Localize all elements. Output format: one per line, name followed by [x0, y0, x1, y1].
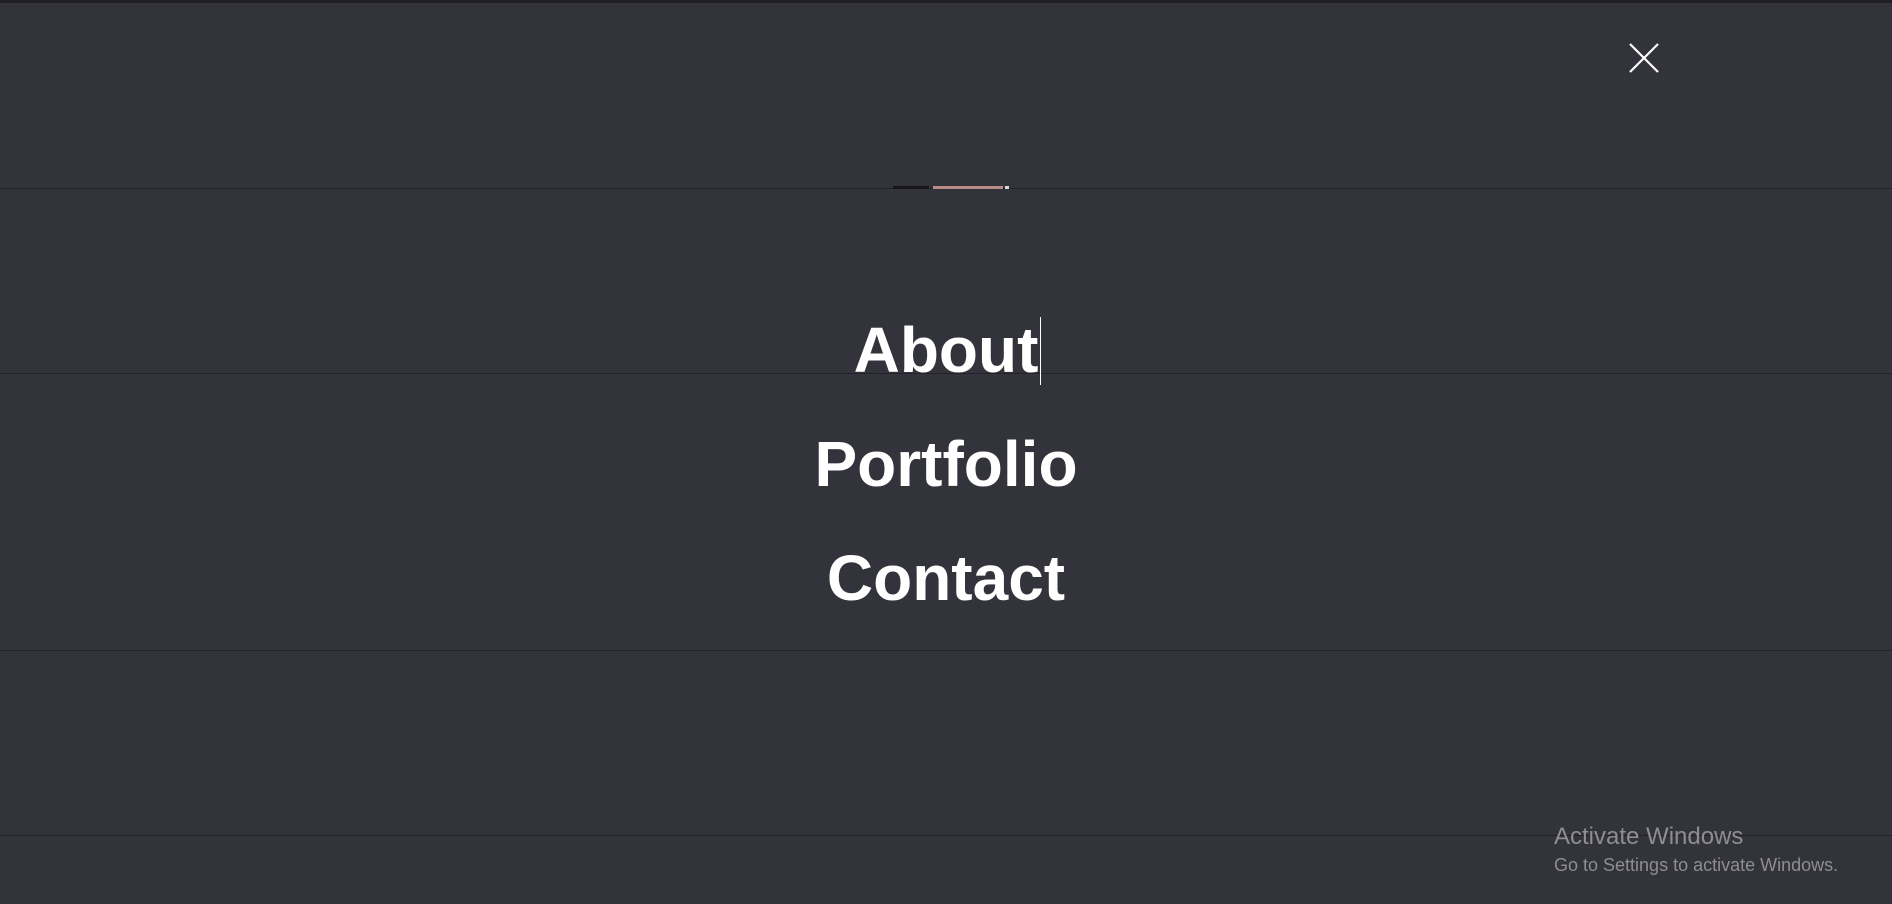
- nav-item-portfolio: Portfolio: [0, 427, 1892, 541]
- nav-item-about: About: [0, 313, 1892, 427]
- top-border: [0, 0, 1892, 3]
- close-icon: [1629, 43, 1659, 73]
- nav-link-contact[interactable]: Contact: [827, 541, 1065, 615]
- nav-menu: About Portfolio Contact: [0, 313, 1892, 655]
- watermark-subtitle: Go to Settings to activate Windows.: [1554, 855, 1839, 875]
- nav-link-portfolio[interactable]: Portfolio: [814, 427, 1077, 501]
- nav-link-about[interactable]: About: [853, 313, 1042, 387]
- activate-windows-watermark: Activate Windows Go to Settings to activ…: [1554, 822, 1838, 878]
- nav-item-contact: Contact: [0, 541, 1892, 655]
- menu-overlay: About Portfolio Contact Activate Windows…: [0, 0, 1892, 904]
- logo-image-edge: [893, 186, 1023, 189]
- watermark-title: Activate Windows: [1554, 823, 1744, 850]
- nav-link-label: About: [853, 314, 1039, 386]
- close-button[interactable]: [1626, 40, 1662, 76]
- text-cursor: [1040, 317, 1042, 385]
